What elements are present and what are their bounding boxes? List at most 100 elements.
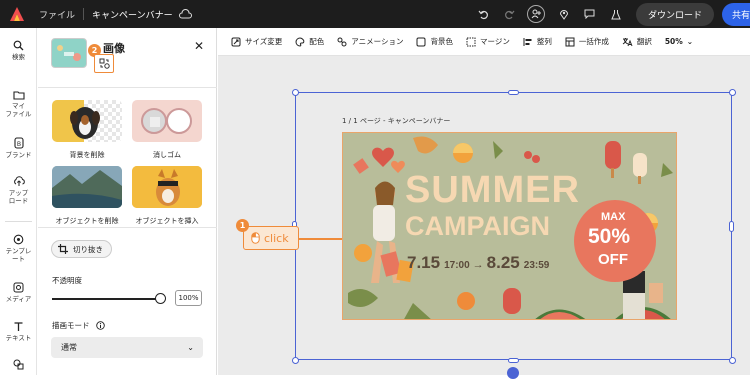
svg-text:B: B [17, 142, 21, 148]
resize-button[interactable]: サイズ変更 [231, 36, 282, 47]
margin-icon [466, 37, 476, 46]
cloud-icon [178, 9, 192, 19]
brand-icon: B [13, 137, 24, 149]
rotate-handle[interactable] [507, 367, 519, 379]
media-icon [13, 282, 24, 293]
translate-button[interactable]: 翻訳 [622, 36, 652, 47]
resize-handle-right[interactable] [729, 221, 734, 232]
rail-label: メディア [5, 295, 32, 303]
file-menu[interactable]: ファイル [39, 8, 75, 21]
resize-handle-top[interactable] [508, 90, 519, 95]
swatch-icon [416, 37, 426, 46]
crop-icon [58, 244, 68, 254]
replace-image-button[interactable] [94, 54, 114, 73]
rail-item-my-files[interactable]: マイ ファイル [0, 90, 37, 118]
undo-icon[interactable] [472, 2, 496, 26]
tool-preview [132, 100, 202, 142]
resize-handle-top-right[interactable] [729, 89, 736, 96]
animation-button[interactable]: アニメーション [337, 36, 403, 47]
mouse-icon [251, 232, 260, 244]
step-badge-1: 1 [236, 219, 249, 232]
opacity-label: 不透明度 [52, 276, 82, 285]
shapes-icon [13, 359, 24, 370]
align-button[interactable]: 整列 [523, 36, 552, 47]
image-thumbnail[interactable] [51, 38, 87, 68]
search-icon [13, 40, 24, 51]
redo-icon[interactable] [498, 2, 522, 26]
comment-icon[interactable] [578, 2, 602, 26]
palette-icon [295, 36, 305, 47]
tool-label: 消しゴム [153, 151, 181, 159]
rail-item-brand[interactable]: B ブランド [0, 137, 37, 159]
opacity-value-field[interactable]: 100% [175, 290, 202, 306]
invite-icon[interactable] [526, 5, 545, 23]
blend-mode-select[interactable]: 通常 ⌄ [51, 337, 203, 358]
toolbar-label: 翻訳 [636, 37, 652, 46]
tool-preview [132, 166, 202, 208]
resize-handle-top-left[interactable] [292, 89, 299, 96]
blend-mode-label: 描画モード [52, 321, 90, 330]
insert-object-tool[interactable]: オブジェクトを挿入 [132, 166, 202, 226]
swap-icon [99, 58, 110, 69]
top-bar: ファイル キャンペーンバナー ダウンロード 共有 [0, 0, 750, 28]
zoom-value: 50% [664, 37, 683, 46]
share-button[interactable]: 共有 [722, 2, 750, 26]
tool-preview [52, 100, 122, 142]
opacity-slider-handle[interactable] [155, 293, 166, 304]
resize-handle-bottom[interactable] [508, 358, 519, 363]
remove-background-tool[interactable]: 背景を削除 [52, 100, 122, 160]
download-button[interactable]: ダウンロード [635, 2, 714, 26]
tool-label: オブジェクトを挿入 [135, 217, 199, 225]
resize-handle-bottom-left[interactable] [292, 357, 299, 364]
info-icon[interactable] [95, 321, 105, 330]
rail-label: マイ ファイル [5, 102, 32, 118]
rail-item-search[interactable]: 検索 [0, 40, 37, 61]
rail-item-media[interactable]: メディア [0, 282, 37, 303]
color-scheme-button[interactable]: 配色 [295, 36, 324, 47]
crop-button[interactable]: 切り抜き [51, 240, 112, 258]
close-icon[interactable]: ✕ [194, 39, 204, 53]
eraser-tool[interactable]: 消しゴム [132, 100, 202, 160]
rail-item-templates[interactable]: テンプレ ート [0, 234, 37, 263]
toolbar-label: 一括作成 [578, 37, 609, 46]
rail-item-text[interactable]: テキスト [0, 321, 37, 342]
divider [38, 87, 217, 88]
resize-handle-bottom-right[interactable] [729, 357, 736, 364]
background-color-button[interactable]: 背景色 [416, 36, 453, 47]
image-properties-panel: 2 画像 ✕ 背景を削除 消しゴム オブジェクトを削除 オブジェクトを挿入 切り… [38, 28, 217, 375]
left-rail: 検索 マイ ファイル B ブランド アップ ロード テンプレ ート メディア テ… [0, 28, 37, 375]
blend-mode-label-row: 描画モード [52, 320, 105, 331]
rail-label: テキスト [5, 334, 32, 342]
rail-label: アップ ロード [8, 189, 29, 205]
context-toolbar: サイズ変更 配色 アニメーション 背景色 マージン 整列 一括作成 翻訳 50%… [218, 28, 750, 56]
callout-line [299, 238, 342, 240]
click-label: click [264, 231, 289, 245]
beaker-icon[interactable] [604, 2, 628, 26]
chevron-down-icon: ⌄ [187, 343, 194, 352]
resize-icon [231, 37, 241, 46]
divider [83, 8, 85, 20]
text-icon [14, 322, 23, 331]
translate-icon [622, 37, 633, 46]
remove-object-tool[interactable]: オブジェクトを削除 [52, 166, 122, 226]
toolbar-label: 配色 [309, 37, 325, 46]
toolbar-label: 背景色 [430, 37, 453, 46]
rail-item-elements[interactable] [0, 359, 37, 372]
location-icon[interactable] [552, 2, 576, 26]
margin-button[interactable]: マージン [466, 36, 510, 47]
document-title[interactable]: キャンペーンバナー [92, 8, 173, 21]
zoom-select[interactable]: 50% ⌄ [665, 37, 693, 46]
bulk-create-button[interactable]: 一括作成 [565, 36, 609, 47]
click-annotation: click [243, 226, 299, 250]
templates-icon [13, 234, 24, 245]
divider [38, 227, 217, 228]
rail-item-upload[interactable]: アップ ロード [0, 176, 37, 205]
opacity-slider-track[interactable] [52, 298, 162, 300]
chevron-down-icon: ⌄ [686, 37, 694, 46]
toolbar-label: アニメーション [351, 37, 404, 46]
tool-label: 背景を削除 [69, 151, 105, 159]
rail-label: ブランド [5, 151, 32, 159]
selection-frame[interactable] [295, 92, 732, 360]
upload-icon [13, 176, 25, 186]
adobe-express-logo[interactable] [9, 6, 25, 22]
